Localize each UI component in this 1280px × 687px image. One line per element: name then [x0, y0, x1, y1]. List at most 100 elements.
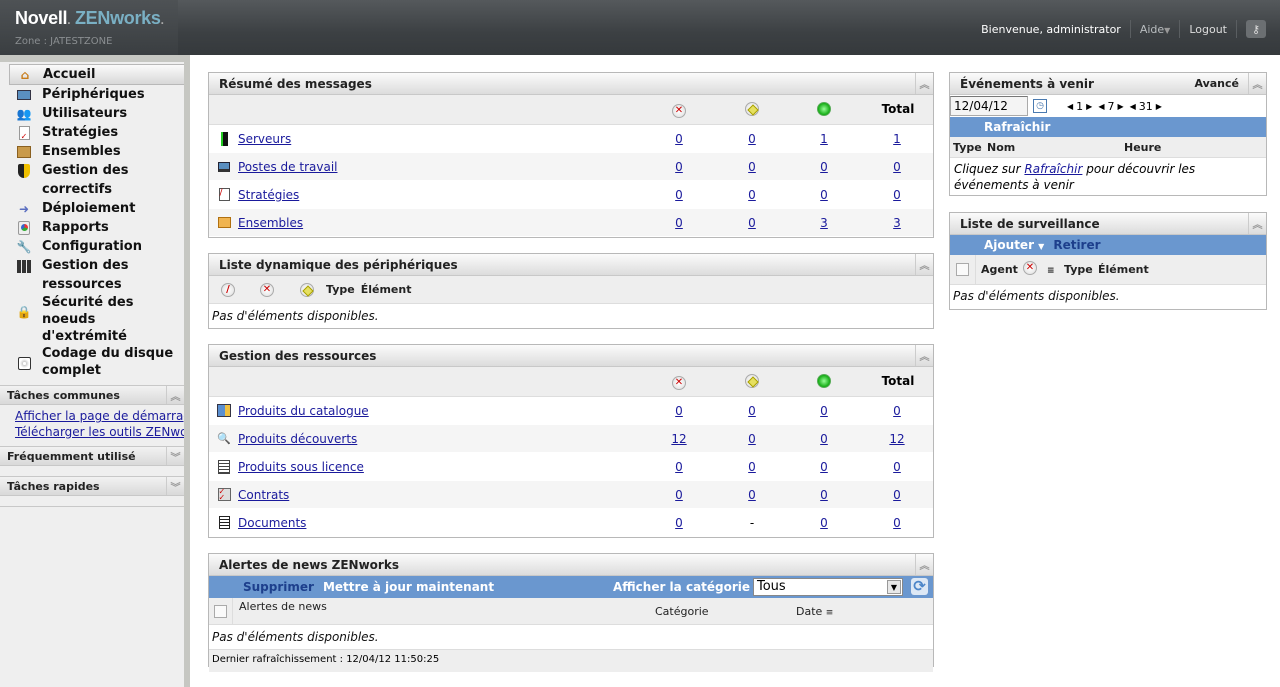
advanced-link[interactable]: Avancé [1194, 77, 1239, 90]
collapse-icon[interactable]: ︽ [166, 386, 184, 404]
sidebar-item-accueil[interactable]: ⌂ Accueil [9, 64, 184, 85]
next-month-icon[interactable]: ▶ [1156, 102, 1162, 111]
week-range[interactable]: 7 [1107, 100, 1114, 113]
help-menu[interactable]: Aide▼ [1140, 23, 1171, 36]
category-select[interactable]: Tous ▼ [753, 578, 903, 596]
ok-count[interactable]: 0 [809, 488, 839, 502]
sidebar-item-codage[interactable]: Codage du disque complet [9, 345, 184, 379]
error-count[interactable]: 0 [664, 132, 694, 146]
error-count[interactable]: 0 [664, 216, 694, 230]
col-type[interactable]: Type [1064, 263, 1093, 276]
delete-button[interactable]: Supprimer [243, 580, 314, 594]
warning-count[interactable]: 0 [737, 488, 767, 502]
warning-count[interactable]: 0 [737, 460, 767, 474]
col-time[interactable]: Heure [1124, 141, 1161, 154]
error-count[interactable]: 0 [664, 488, 694, 502]
ok-count[interactable]: 0 [809, 404, 839, 418]
error-status-icon[interactable]: ✕ [260, 282, 274, 297]
collapse-icon[interactable]: ︽ [1248, 213, 1266, 234]
col-element[interactable]: Élément [1098, 263, 1149, 276]
ok-count[interactable]: 3 [809, 216, 839, 230]
error-count[interactable]: 0 [664, 460, 694, 474]
total-count[interactable]: 3 [882, 216, 912, 230]
calendar-icon[interactable]: ◷ [1033, 99, 1047, 113]
error-count[interactable]: 0 [664, 188, 694, 202]
row-link[interactable]: Documents [238, 516, 306, 530]
col-agent[interactable]: Agent [981, 263, 1018, 276]
total-count[interactable]: 0 [882, 404, 912, 418]
section-frequemment-utilise[interactable]: Fréquemment utilisé ︾ [0, 446, 184, 466]
ok-count[interactable]: 0 [809, 160, 839, 174]
sidebar-item-peripheriques[interactable]: Périphériques [9, 85, 184, 104]
day-range[interactable]: 1 [1076, 100, 1083, 113]
update-now-button[interactable]: Mettre à jour maintenant [323, 580, 494, 594]
collapse-icon[interactable]: ︽ [915, 73, 933, 94]
total-count[interactable]: 0 [882, 188, 912, 202]
sidebar-item-deploiement[interactable]: ➜ Déploiement [9, 199, 184, 218]
next-week-icon[interactable]: ▶ [1117, 102, 1123, 111]
prev-month-icon[interactable]: ◀ [1130, 102, 1136, 111]
row-link[interactable]: Ensembles [238, 216, 303, 230]
row-link[interactable]: Serveurs [238, 132, 291, 146]
col-element[interactable]: Élément [361, 283, 412, 296]
add-button[interactable]: Ajouter ▼ [984, 238, 1044, 252]
prev-day-icon[interactable]: ◀ [1067, 102, 1073, 111]
sidebar-item-ensembles[interactable]: Ensembles [9, 142, 184, 161]
refresh-button[interactable]: Rafraîchir [984, 120, 1050, 134]
total-count[interactable]: 0 [882, 160, 912, 174]
warning-count[interactable]: 0 [737, 188, 767, 202]
col-alerts[interactable]: Alertes de news [239, 600, 327, 613]
sidebar-item-correctifs[interactable]: Gestion des correctifs [9, 161, 184, 199]
refresh-icon[interactable]: ⟳ [911, 578, 928, 595]
error-status-icon[interactable]: ✕ [1023, 261, 1037, 275]
expand-icon[interactable]: ︾ [166, 477, 184, 495]
next-day-icon[interactable]: ▶ [1086, 102, 1092, 111]
col-name[interactable]: Nom [987, 141, 1015, 154]
month-range[interactable]: 31 [1139, 100, 1153, 113]
sidebar-item-configuration[interactable]: 🔧 Configuration [9, 237, 184, 256]
sidebar-item-utilisateurs[interactable]: 👥 Utilisateurs [9, 104, 184, 123]
error-count[interactable]: 0 [664, 404, 694, 418]
total-count[interactable]: 0 [882, 516, 912, 530]
refresh-link[interactable]: Rafraîchir [1024, 162, 1082, 176]
remove-button[interactable]: Retirer [1053, 238, 1100, 252]
col-type[interactable]: Type [326, 283, 355, 296]
ok-count[interactable]: 1 [809, 132, 839, 146]
row-link[interactable]: Produits découverts [238, 432, 357, 446]
select-all-checkbox[interactable] [956, 263, 969, 276]
key-icon[interactable]: ⚷ [1246, 20, 1266, 38]
link-download-tools[interactable]: Télécharger les outils ZENworks [15, 425, 184, 439]
link-start-page[interactable]: Afficher la page de démarrage [15, 409, 184, 423]
logout-link[interactable]: Logout [1189, 23, 1227, 36]
error-count[interactable]: 0 [664, 516, 694, 530]
select-all-checkbox[interactable] [214, 604, 227, 618]
sidebar-item-ressources[interactable]: Gestion des ressources [9, 256, 184, 294]
total-count[interactable]: 0 [882, 460, 912, 474]
total-count[interactable]: 12 [882, 432, 912, 446]
warning-count[interactable]: 0 [737, 132, 767, 146]
ok-count[interactable]: 0 [809, 460, 839, 474]
sidebar-item-securite[interactable]: 🔒 Sécurité des noeuds d'extrémité [9, 294, 184, 345]
total-count[interactable]: 0 [882, 488, 912, 502]
error-count[interactable]: 0 [664, 160, 694, 174]
expand-icon[interactable]: ︾ [166, 447, 184, 465]
collapse-icon[interactable]: ︽ [1248, 73, 1266, 94]
warning-status-icon[interactable] [300, 282, 314, 297]
dropdown-arrow-icon[interactable]: ▼ [887, 580, 901, 594]
prev-week-icon[interactable]: ◀ [1098, 102, 1104, 111]
sidebar-item-rapports[interactable]: Rapports [9, 218, 184, 237]
warning-count[interactable]: 0 [737, 432, 767, 446]
ok-count[interactable]: 0 [809, 188, 839, 202]
sort-icon[interactable]: ≡ [1047, 266, 1055, 276]
collapse-icon[interactable]: ︽ [915, 254, 933, 275]
sidebar-item-strategies[interactable]: ✓ Stratégies [9, 123, 184, 142]
row-link[interactable]: Produits du catalogue [238, 404, 369, 418]
total-count[interactable]: 1 [882, 132, 912, 146]
collapse-icon[interactable]: ︽ [915, 554, 933, 575]
row-link[interactable]: Postes de travail [238, 160, 338, 174]
warning-count[interactable]: 0 [737, 216, 767, 230]
row-link[interactable]: Stratégies [238, 188, 299, 202]
col-type[interactable]: Type [953, 141, 982, 154]
col-date[interactable]: Date ≡ [796, 605, 833, 618]
warning-count[interactable]: 0 [737, 404, 767, 418]
